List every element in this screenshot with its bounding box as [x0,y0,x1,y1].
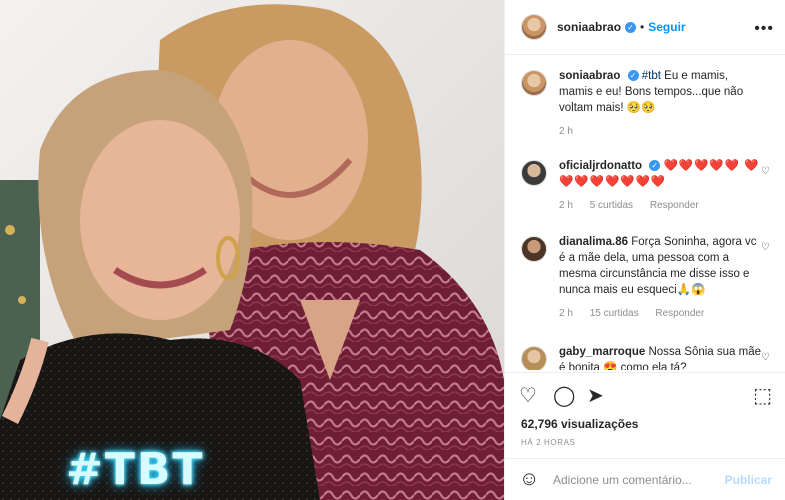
post-side-panel: soniaabrao ✓ • Seguir ••• soniaabrao ✓ #… [504,0,785,500]
avatar[interactable] [521,346,547,370]
add-comment-bar: ☺ Publicar [505,458,785,500]
comments-list[interactable]: soniaabrao ✓ #tbt Eu e mamis, mamis e eu… [505,56,785,370]
list-item: gaby_marroque Nossa Sônia sua mãe é boni… [521,344,770,370]
caption-row: soniaabrao ✓ #tbt Eu e mamis, mamis e eu… [521,68,770,137]
comment-text: dianalima.86 Força Soninha, agora vc é a… [559,234,764,298]
comment-meta: 2 h 5 curtidas Responder [559,200,764,211]
post-header: soniaabrao ✓ • Seguir ••• [505,0,785,55]
caption-meta: 2 h [559,126,764,137]
like-comment-icon[interactable]: ♡ [761,352,770,363]
emoji-icon[interactable]: ☺ [519,468,543,491]
avatar[interactable] [521,14,547,40]
reply-button[interactable]: Responder [650,200,699,211]
comment-likes[interactable]: 5 curtidas [590,200,633,211]
publish-button[interactable]: Publicar [725,473,772,487]
verified-icon: ✓ [627,70,639,82]
reply-button[interactable]: Responder [655,308,704,319]
comment-meta: 2 h 15 curtidas Responder [559,308,764,319]
list-item: oficialjrdonatto ✓ ❤️❤️❤️❤️❤️ ❤️❤️❤️❤️❤️… [521,158,770,211]
comment-text: oficialjrdonatto ✓ ❤️❤️❤️❤️❤️ ❤️❤️❤️❤️❤️… [559,158,764,190]
comment-time[interactable]: 2 h [559,200,573,211]
post-time[interactable]: HÁ 2 HORAS [521,438,575,447]
caption-time[interactable]: 2 h [559,126,573,137]
follow-button[interactable]: Seguir [648,20,685,34]
share-icon[interactable]: ➤ [587,383,604,408]
photo-illustration [0,0,504,500]
comment-username[interactable]: dianalima.86 [559,236,628,248]
like-icon[interactable]: ♡ [519,383,537,408]
like-comment-icon[interactable]: ♡ [761,242,770,253]
views-count[interactable]: 62,796 visualizações [521,417,638,431]
more-icon[interactable]: ••• [754,20,774,38]
avatar[interactable] [521,160,547,186]
separator-dot: • [640,20,645,34]
bookmark-icon[interactable]: ⬚ [753,383,772,408]
comment-likes[interactable]: 15 curtidas [590,308,639,319]
verified-icon: ✓ [625,21,637,33]
caption-username[interactable]: soniaabrao [559,70,620,82]
comment-time[interactable]: 2 h [559,308,573,319]
comment-icon[interactable]: ◯ [553,383,575,408]
comment-text: gaby_marroque Nossa Sônia sua mãe é boni… [559,344,764,370]
avatar[interactable] [521,236,547,262]
avatar[interactable] [521,70,547,96]
like-comment-icon[interactable]: ♡ [761,166,770,177]
verified-icon: ✓ [649,160,661,172]
post-actions: ♡ ◯ ➤ ⬚ [505,372,785,412]
header-username[interactable]: soniaabrao [557,20,621,34]
tbt-overlay-text: #TBT [66,444,205,495]
list-item: dianalima.86 Força Soninha, agora vc é a… [521,234,770,319]
caption-text: soniaabrao ✓ #tbt Eu e mamis, mamis e eu… [559,68,764,116]
comment-input[interactable] [553,472,723,487]
hashtag-link[interactable]: #tbt [642,70,661,82]
comment-username[interactable]: oficialjrdonatto [559,160,642,172]
post-photo[interactable]: #TBT [0,0,504,500]
comment-username[interactable]: gaby_marroque [559,346,645,358]
